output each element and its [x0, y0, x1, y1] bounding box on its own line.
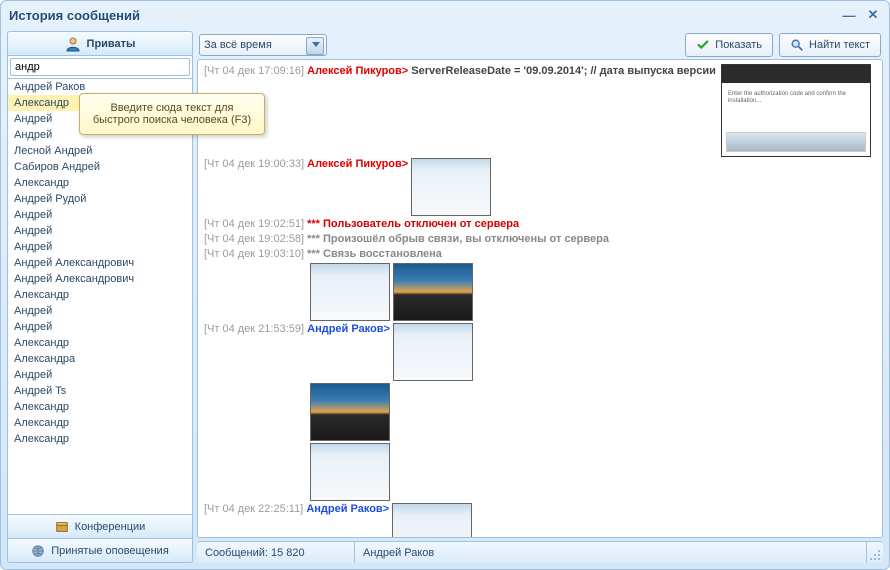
box-icon	[55, 520, 69, 534]
timestamp: [Чт 04 дек 19:00:33]	[204, 158, 304, 170]
image-thumbnail[interactable]	[310, 443, 390, 501]
message-line: [Чт 04 дек 19:00:33] Алексей Пикуров>	[204, 157, 876, 217]
contact-item[interactable]: Андрей Александрович	[8, 255, 192, 271]
status-current-user: Андрей Раков	[355, 542, 867, 563]
contact-item[interactable]: Лесной Андрей	[8, 143, 192, 159]
search-tooltip: Введите сюда текст для быстрого поиска ч…	[79, 93, 265, 135]
toolbar: За всё время Показать Найти текст	[197, 31, 883, 59]
history-window: История сообщений — ✕ Приваты Андрей Рак…	[0, 0, 890, 570]
contact-item[interactable]: Андрей	[8, 207, 192, 223]
main-panel: За всё время Показать Найти текст [Чт 04…	[197, 31, 883, 563]
contact-item[interactable]: Александр	[8, 399, 192, 415]
contact-item[interactable]: Андрей Ts	[8, 383, 192, 399]
contact-item[interactable]: Александра	[8, 351, 192, 367]
timestamp: [Чт 04 дек 19:02:51]	[204, 218, 304, 230]
contact-item[interactable]: Сабиров Андрей	[8, 159, 192, 175]
system-message: *** Произошёл обрыв связи, вы отключены …	[307, 233, 609, 245]
image-thumbnail[interactable]: Enter the authorization code and confirm…	[721, 64, 871, 157]
message-author: Алексей Пикуров>	[307, 158, 408, 170]
message-author: Андрей Раков>	[307, 323, 390, 335]
user-icon	[65, 36, 81, 52]
contact-item[interactable]: Андрей	[8, 319, 192, 335]
search-icon	[790, 38, 804, 52]
image-thumbnail[interactable]	[310, 383, 390, 441]
tab-privates-label: Приваты	[87, 38, 136, 50]
period-value: За всё время	[204, 39, 272, 51]
globe-icon	[31, 544, 45, 558]
check-icon	[696, 38, 710, 52]
message-line: [Чт 04 дек 22:25:11] Андрей Раков>	[204, 502, 876, 538]
contact-item[interactable]: Андрей	[8, 367, 192, 383]
status-msg-count: Сообщений: 15 820	[197, 542, 355, 563]
statusbar: Сообщений: 15 820 Андрей Раков	[197, 541, 883, 563]
contact-list[interactable]: Андрей РаковАлександрАндрейАндрейЛесной …	[8, 79, 192, 514]
contact-item[interactable]: Андрей	[8, 239, 192, 255]
message-line: [Чт 04 дек 19:02:58] *** Произошёл обрыв…	[204, 232, 876, 247]
message-line: [Чт 04 дек 19:02:51] *** Пользователь от…	[204, 217, 876, 232]
contact-item[interactable]: Александр	[8, 335, 192, 351]
chevron-down-icon	[312, 42, 320, 47]
tab-conferences[interactable]: Конференции	[8, 514, 192, 538]
find-button[interactable]: Найти текст	[779, 33, 881, 57]
contact-item[interactable]: Александр	[8, 175, 192, 191]
image-thumbnail[interactable]	[393, 263, 473, 321]
search-input[interactable]	[10, 58, 190, 76]
find-label: Найти текст	[809, 39, 870, 51]
message-line: [Чт 04 дек 21:53:59] Андрей Раков>	[204, 322, 876, 502]
timestamp: [Чт 04 дек 19:03:10]	[204, 248, 304, 260]
titlebar: История сообщений — ✕	[1, 1, 889, 29]
show-label: Показать	[715, 39, 762, 51]
image-thumbnail[interactable]	[393, 323, 473, 381]
system-message: *** Пользователь отключен от сервера	[307, 218, 519, 230]
contact-item[interactable]: Александр	[8, 431, 192, 447]
search-box	[8, 56, 192, 79]
contact-item[interactable]: Андрей	[8, 303, 192, 319]
message-author: Андрей Раков>	[306, 503, 389, 515]
close-icon[interactable]: ✕	[865, 7, 881, 23]
message-body: ServerReleaseDate = '09.09.2014'; // дат…	[411, 65, 716, 77]
tab-alerts[interactable]: Принятые оповещения	[8, 538, 192, 562]
tab-conferences-label: Конференции	[75, 521, 146, 533]
timestamp: [Чт 04 дек 21:53:59]	[204, 323, 304, 335]
timestamp: [Чт 04 дек 22:25:11]	[204, 503, 303, 515]
message-line: [Чт 04 дек 19:03:10] *** Связь восстанов…	[204, 247, 876, 262]
contact-item[interactable]: Андрей Александрович	[8, 271, 192, 287]
chat-area[interactable]: [Чт 04 дек 17:09:16] Алексей Пикуров> Se…	[197, 59, 883, 538]
window-title: История сообщений	[9, 8, 140, 23]
image-thumbnail[interactable]	[411, 158, 491, 216]
timestamp: [Чт 04 дек 17:09:16]	[204, 65, 304, 77]
image-thumbnail[interactable]	[392, 503, 472, 538]
period-combo[interactable]: За всё время	[199, 34, 327, 56]
show-button[interactable]: Показать	[685, 33, 773, 57]
message-author: Алексей Пикуров>	[307, 65, 408, 77]
image-thumbnail[interactable]	[310, 263, 390, 321]
contact-item[interactable]: Александр	[8, 287, 192, 303]
system-message: *** Связь восстановлена	[307, 248, 442, 260]
message-line: [Чт 04 дек 17:09:16] Алексей Пикуров> Se…	[204, 64, 876, 157]
timestamp: [Чт 04 дек 19:02:58]	[204, 233, 304, 245]
resize-grip-icon[interactable]	[867, 542, 883, 563]
minimize-icon[interactable]: —	[841, 7, 857, 23]
contact-item[interactable]: Александр	[8, 415, 192, 431]
contact-item[interactable]: Андрей	[8, 223, 192, 239]
contact-item[interactable]: Андрей Рудой	[8, 191, 192, 207]
tab-privates[interactable]: Приваты	[8, 32, 192, 56]
message-line	[204, 262, 876, 322]
tab-alerts-label: Принятые оповещения	[51, 545, 169, 557]
